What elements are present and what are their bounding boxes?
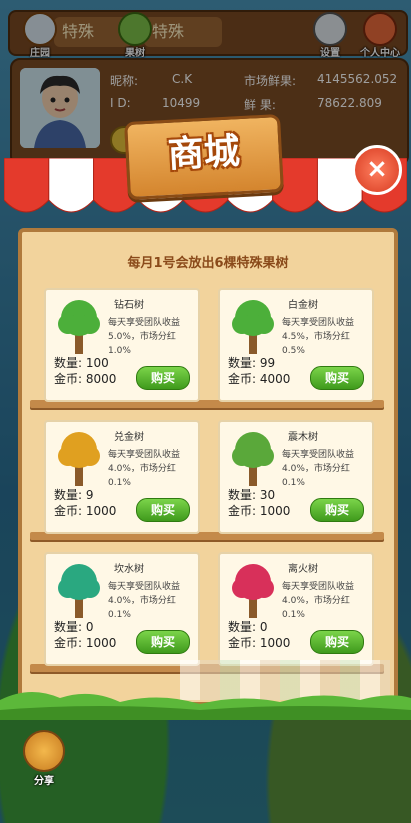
buy-button[interactable]: 购买 bbox=[310, 498, 364, 522]
quantity-label: 数量: bbox=[54, 488, 83, 502]
item-description: 每天享受团队收益4.0%，市场分红0.1% bbox=[108, 450, 181, 488]
quantity-label: 数量: bbox=[228, 620, 257, 634]
shop-item-card: 兑金树 每天享受团队收益4.0%，市场分红0.1% 数量: 9 金币: 1000… bbox=[44, 420, 200, 534]
quantity-label: 数量: bbox=[54, 356, 83, 370]
coin-label: 金币: bbox=[228, 636, 257, 650]
item-price: 金币: 1000 bbox=[54, 634, 116, 651]
item-name: 钻石树 bbox=[114, 300, 144, 311]
quantity-value: 0 bbox=[259, 620, 268, 634]
item-name: 震木树 bbox=[288, 432, 318, 443]
item-description: 每天享受团队收益4.5%，市场分红0.5% bbox=[282, 318, 355, 356]
item-name: 离火树 bbox=[288, 564, 318, 575]
item-description: 每天享受团队收益4.0%，市场分红0.1% bbox=[282, 582, 355, 620]
item-description: 每天享受团队收益4.0%，市场分红0.1% bbox=[108, 582, 181, 620]
coin-value: 1000 bbox=[259, 636, 291, 650]
share-icon bbox=[23, 730, 65, 772]
share-button-label: 分享 bbox=[34, 776, 54, 787]
coin-value: 4000 bbox=[259, 372, 291, 386]
item-name: 白金树 bbox=[288, 300, 318, 311]
tree-icon bbox=[232, 300, 274, 354]
coin-value: 8000 bbox=[85, 372, 117, 386]
shop-item-card: 白金树 每天享受团队收益4.5%，市场分红0.5% 数量: 99 金币: 400… bbox=[218, 288, 374, 402]
buy-button[interactable]: 购买 bbox=[136, 630, 190, 654]
close-icon: × bbox=[366, 154, 388, 184]
buy-button[interactable]: 购买 bbox=[310, 630, 364, 654]
quantity-value: 0 bbox=[85, 620, 94, 634]
item-quantity: 数量: 100 bbox=[54, 354, 109, 371]
item-price: 金币: 4000 bbox=[228, 370, 290, 387]
shop-title-board: 商城 bbox=[124, 113, 284, 201]
item-description: 每天享受团队收益4.0%，市场分红0.1% bbox=[282, 450, 355, 488]
awning-stripe bbox=[4, 158, 50, 213]
tree-icon bbox=[232, 432, 274, 486]
tree-icon bbox=[58, 564, 100, 618]
item-quantity: 数量: 9 bbox=[54, 486, 94, 503]
item-price: 金币: 1000 bbox=[228, 634, 290, 651]
shop-item-card: 离火树 每天享受团队收益4.0%，市场分红0.1% 数量: 0 金币: 1000… bbox=[218, 552, 374, 666]
quantity-label: 数量: bbox=[54, 620, 83, 634]
item-price: 金币: 8000 bbox=[54, 370, 116, 387]
coin-label: 金币: bbox=[228, 372, 257, 386]
item-name: 坎水树 bbox=[114, 564, 144, 575]
shop-item-card: 坎水树 每天享受团队收益4.0%，市场分红0.1% 数量: 0 金币: 1000… bbox=[44, 552, 200, 666]
shop-item-card: 钻石树 每天享受团队收益5.0%，市场分红1.0% 数量: 100 金币: 80… bbox=[44, 288, 200, 402]
item-quantity: 数量: 99 bbox=[228, 354, 275, 371]
item-price: 金币: 1000 bbox=[228, 502, 290, 519]
coin-value: 1000 bbox=[259, 504, 291, 518]
shop-notice: 每月1号会放出6棵特殊果树 bbox=[127, 256, 289, 271]
tree-icon bbox=[58, 432, 100, 486]
tree-icon bbox=[58, 300, 100, 354]
buy-button[interactable]: 购买 bbox=[136, 366, 190, 390]
tree-icon bbox=[232, 564, 274, 618]
quantity-value: 30 bbox=[259, 488, 276, 502]
shop-panel: 每月1号会放出6棵特殊果树 钻石树 每天享受团队收益5.0%，市场分红1.0% … bbox=[18, 228, 398, 706]
quantity-value: 100 bbox=[85, 356, 109, 370]
coin-label: 金币: bbox=[54, 636, 83, 650]
item-quantity: 数量: 30 bbox=[228, 486, 275, 503]
item-price: 金币: 1000 bbox=[54, 502, 116, 519]
item-quantity: 数量: 0 bbox=[228, 618, 268, 635]
awning-stripe bbox=[48, 158, 95, 213]
quantity-label: 数量: bbox=[228, 356, 257, 370]
quantity-value: 9 bbox=[85, 488, 94, 502]
coin-value: 1000 bbox=[85, 504, 117, 518]
item-description: 每天享受团队收益5.0%，市场分红1.0% bbox=[108, 318, 181, 356]
shop-title: 商城 bbox=[166, 131, 241, 176]
buy-button[interactable]: 购买 bbox=[136, 498, 190, 522]
item-name: 兑金树 bbox=[114, 432, 144, 443]
shop-item-card: 震木树 每天享受团队收益4.0%，市场分红0.1% 数量: 30 金币: 100… bbox=[218, 420, 374, 534]
coin-value: 1000 bbox=[85, 636, 117, 650]
coin-label: 金币: bbox=[228, 504, 257, 518]
coin-label: 金币: bbox=[54, 372, 83, 386]
quantity-value: 99 bbox=[259, 356, 276, 370]
close-button[interactable]: × bbox=[352, 145, 402, 195]
buy-button[interactable]: 购买 bbox=[310, 366, 364, 390]
coin-label: 金币: bbox=[54, 504, 83, 518]
grass-decoration bbox=[0, 691, 411, 720]
quantity-label: 数量: bbox=[228, 488, 257, 502]
share-button[interactable]: 分享 bbox=[22, 730, 66, 790]
item-quantity: 数量: 0 bbox=[54, 618, 94, 635]
